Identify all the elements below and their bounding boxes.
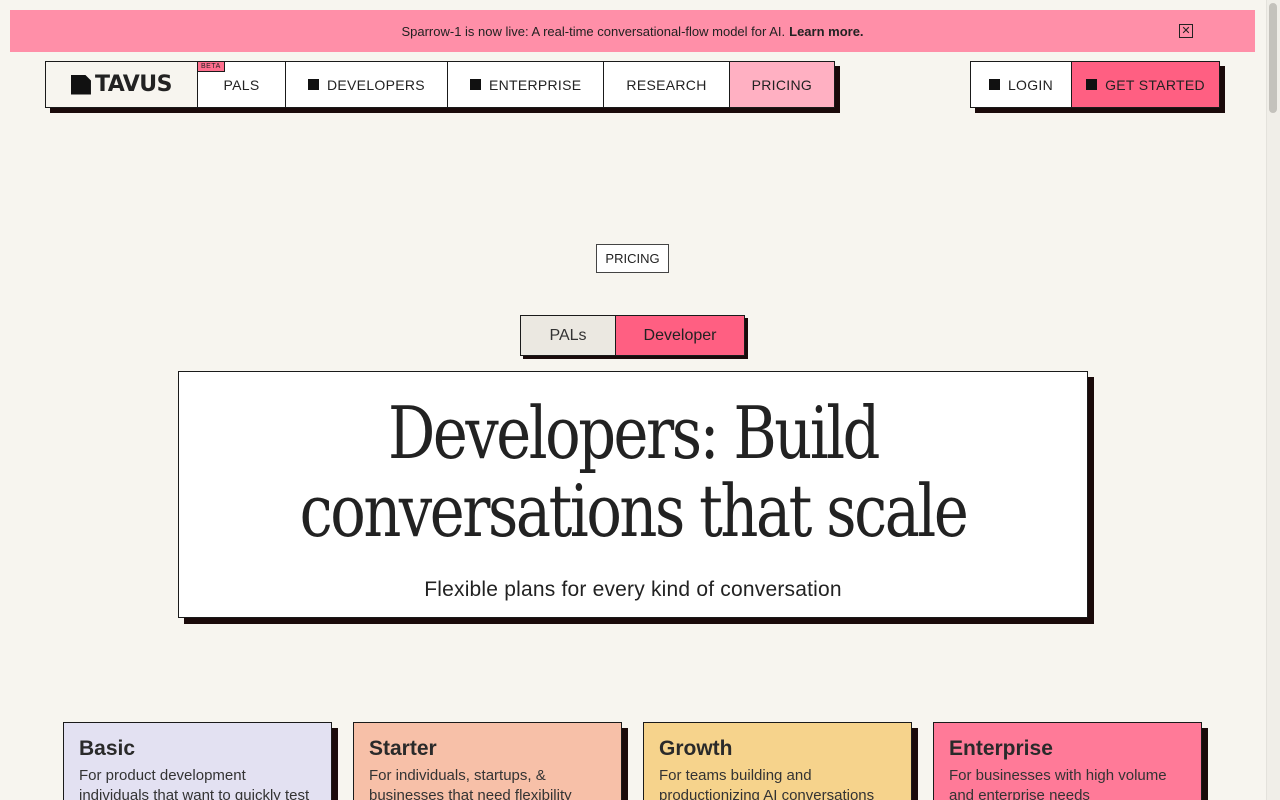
square-icon [469, 79, 481, 90]
page-scrollbar[interactable] [1266, 0, 1280, 800]
hero-panel: Developers: Build conversations that sca… [178, 371, 1088, 618]
nav-item-enterprise[interactable]: ENTERPRISE [447, 61, 605, 108]
logo[interactable]: TAVUS BETA [45, 61, 225, 108]
plan-description: For individuals, startups, & businesses … [369, 767, 572, 800]
nav-item-pricing[interactable]: PRICING [729, 61, 836, 108]
plan-card-enterprise[interactable]: Enterprise For businesses with high volu… [933, 722, 1202, 800]
nav-item-label: PALS [223, 76, 260, 93]
plan-description: For product development individuals that… [79, 767, 310, 800]
plan-description: For businesses with high volume and ente… [949, 767, 1167, 800]
square-icon [308, 79, 319, 90]
nav-item-label: RESEARCH [626, 76, 707, 93]
plan-type-toggle: PALs Developer [520, 315, 745, 356]
login-label: LOGIN [1007, 76, 1054, 93]
plan-name: Growth [659, 737, 733, 760]
plan-card-starter[interactable]: Starter For individuals, startups, & bus… [353, 722, 622, 800]
nav-item-label: PRICING [751, 76, 813, 93]
announcement-text: Sparrow-1 is now live: A real-time conve… [401, 23, 786, 39]
pricing-tag: PRICING [596, 244, 669, 273]
page-title-line1: Developers: Build [387, 391, 881, 475]
plan-name: Enterprise [949, 737, 1053, 760]
close-icon[interactable]: ✕ [1179, 24, 1193, 38]
nav-item-label: DEVELOPERS [327, 76, 425, 93]
toggle-developer-button[interactable]: Developer [616, 315, 745, 356]
nav-item-research[interactable]: RESEARCH [604, 61, 730, 108]
plan-card-growth[interactable]: Growth For teams building and production… [643, 722, 912, 800]
announcement-learn-more-link[interactable]: Learn more. [789, 24, 863, 39]
page-title-line2: conversations that scale [299, 469, 969, 553]
nav-item-developers[interactable]: DEVELOPERS [286, 61, 448, 108]
logo-text: TAVUS [94, 72, 173, 97]
nav-item-label: ENTERPRISE [488, 76, 582, 93]
scrollbar-thumb[interactable] [1269, 3, 1277, 113]
page-title: Developers: Build conversations that sca… [261, 394, 1006, 550]
get-started-label: GET STARTED [1105, 76, 1205, 93]
login-button[interactable]: LOGIN [970, 61, 1072, 108]
plan-card-basic[interactable]: Basic For product development individual… [63, 722, 332, 800]
main-nav: TAVUS BETA PALS DEVELOPERS ENTERPRISE RE… [45, 61, 836, 108]
square-icon [988, 79, 1000, 90]
plan-name: Basic [79, 737, 136, 760]
announcement-bar: Sparrow-1 is now live: A real-time conve… [10, 10, 1255, 52]
page-subtitle: Flexible plans for every kind of convers… [424, 578, 842, 601]
plan-description: For teams building and productionizing A… [659, 767, 875, 800]
get-started-button[interactable]: GET STARTED [1072, 61, 1220, 108]
toggle-pals-button[interactable]: PALs [520, 315, 616, 356]
tavus-logo-icon [70, 74, 91, 95]
account-nav: LOGIN GET STARTED [970, 61, 1220, 108]
beta-badge: BETA [197, 61, 225, 72]
square-icon [1086, 79, 1098, 90]
plan-name: Starter [369, 737, 437, 760]
